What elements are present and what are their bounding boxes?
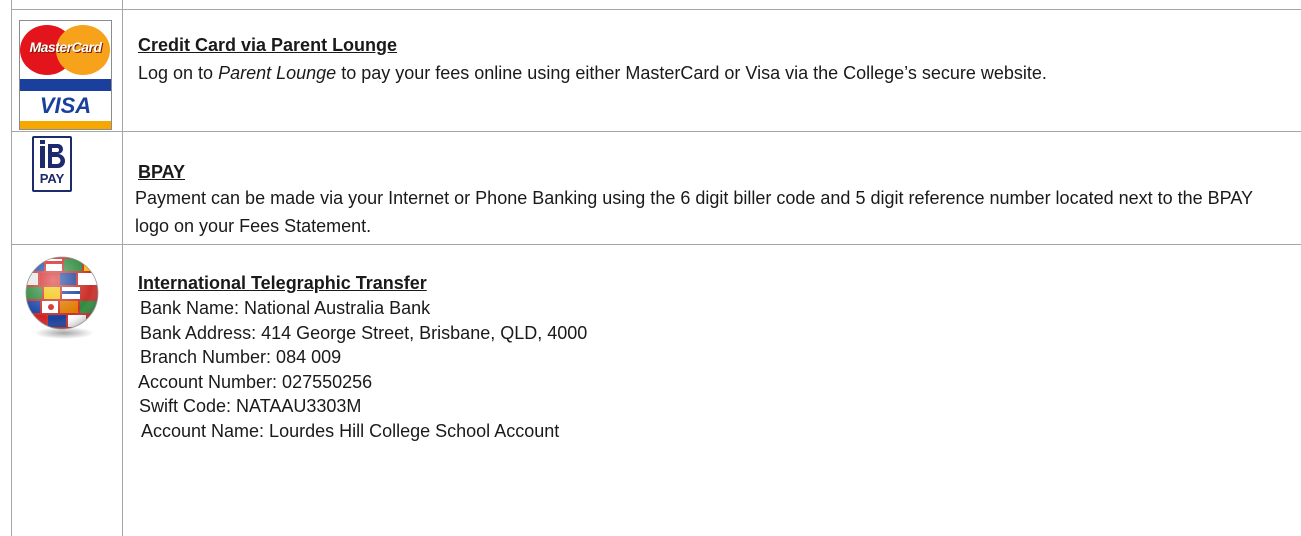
heading-international-transfer: International Telegraphic Transfer xyxy=(138,273,427,293)
table-top-border xyxy=(11,9,1301,10)
globe-flags-icon xyxy=(25,256,99,339)
icon-cell-international-transfer xyxy=(12,245,122,536)
row-divider-2 xyxy=(11,244,1301,245)
bpay-logo-icon: PAY xyxy=(32,136,72,192)
heading-bpay: BPAY xyxy=(138,162,186,182)
content-cell-bpay: BPAY Payment can be made via your Intern… xyxy=(135,160,1291,240)
account-name-line: Account Name: Lourdes Hill College Schoo… xyxy=(141,420,560,441)
account-number-line: Account Number: 027550256 xyxy=(138,371,373,392)
mastercard-logo-text: MasterCard xyxy=(29,39,102,55)
parent-lounge-emphasis: Parent Lounge xyxy=(218,63,337,83)
content-cell-credit-card: Credit Card via Parent Lounge Log on to … xyxy=(138,33,1291,87)
content-cell-international-transfer: International Telegraphic Transfer Bank … xyxy=(138,271,1291,443)
row-divider-1 xyxy=(11,131,1301,132)
branch-number-line: Branch Number: 084 009 xyxy=(140,347,342,367)
table-column-divider xyxy=(122,0,123,536)
paragraph-credit-card: Log on to Parent Lounge to pay your fees… xyxy=(138,63,1047,83)
paragraph-bpay: Payment can be made via your Internet or… xyxy=(135,188,1253,236)
bank-name-line: Bank Name: National Australia Bank xyxy=(140,298,431,318)
visa-logo-text: VISA xyxy=(39,93,92,118)
bpay-logo-text: PAY xyxy=(39,171,65,186)
mastercard-visa-logo-icon: MasterCard VISA xyxy=(19,20,112,130)
heading-credit-card: Credit Card via Parent Lounge xyxy=(138,35,398,55)
icon-cell-credit-card: MasterCard VISA xyxy=(12,10,122,131)
icon-cell-bpay: PAY xyxy=(12,132,122,244)
swift-code-line: Swift Code: NATAAU3303M xyxy=(139,396,362,416)
bank-address-line: Bank Address: 414 George Street, Brisban… xyxy=(140,322,588,343)
